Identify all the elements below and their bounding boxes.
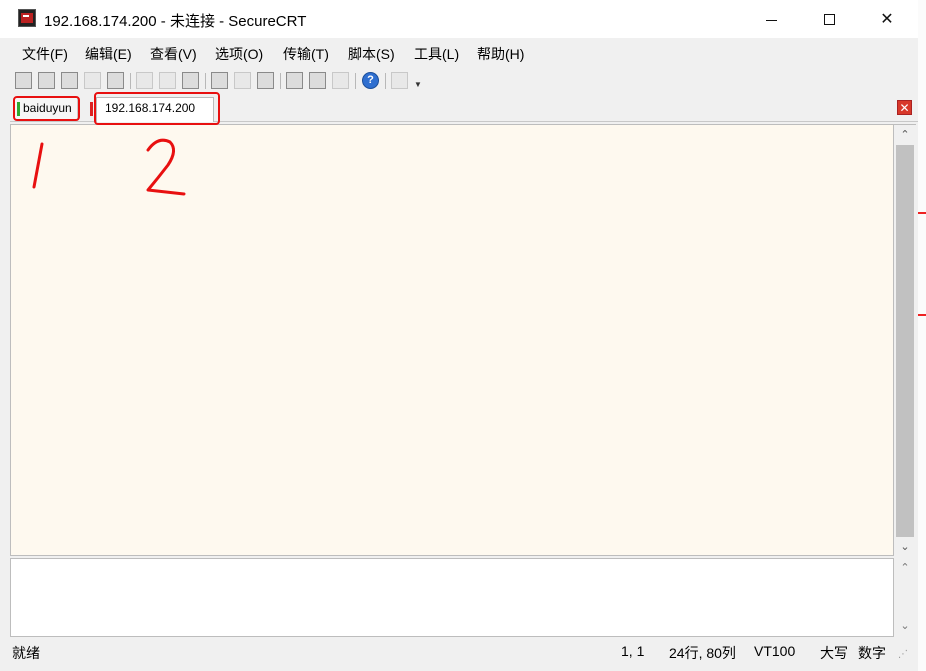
annotation-stroke-2 bbox=[146, 138, 186, 196]
annotation-stroke-1 bbox=[32, 142, 44, 189]
annotation-handwriting: 1 2 bbox=[32, 138, 186, 196]
